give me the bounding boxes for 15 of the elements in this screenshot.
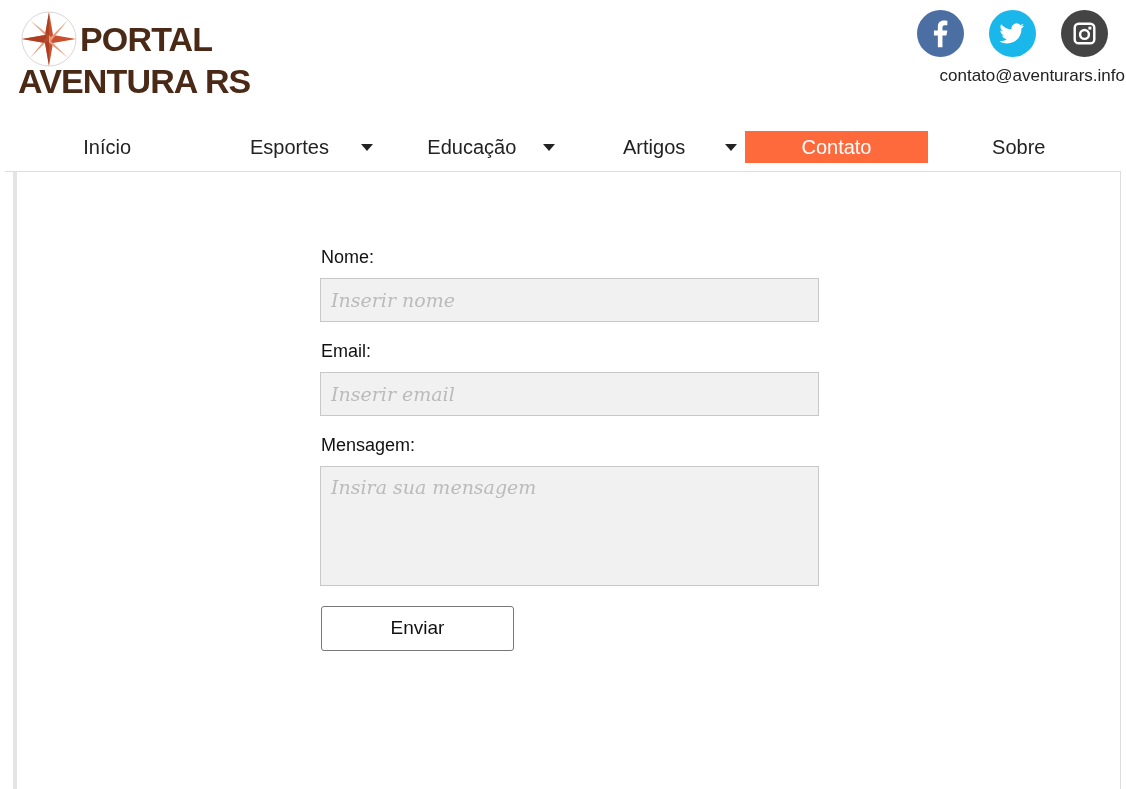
field-label: Nome: xyxy=(321,246,375,269)
field-label: Email: xyxy=(321,340,372,363)
logo-text: AVENTURA RS xyxy=(18,64,251,98)
facebook-icon[interactable] xyxy=(917,10,964,57)
submit-button[interactable]: Enviar xyxy=(321,606,514,651)
nav-item[interactable]: Início xyxy=(16,131,199,163)
logo-text: PORTAL xyxy=(80,22,213,56)
nav-item[interactable]: Artigos xyxy=(563,131,746,163)
email-text: contato@aventurars.info xyxy=(939,65,1125,87)
compass-icon xyxy=(18,8,80,70)
nav-item[interactable]: Sobre xyxy=(927,131,1110,163)
field-label: Mensagem: xyxy=(321,434,417,457)
camera-icon[interactable] xyxy=(1061,10,1108,57)
nav-item[interactable]: Esportes xyxy=(198,131,381,163)
nav-item[interactable]: Educação xyxy=(380,131,563,163)
